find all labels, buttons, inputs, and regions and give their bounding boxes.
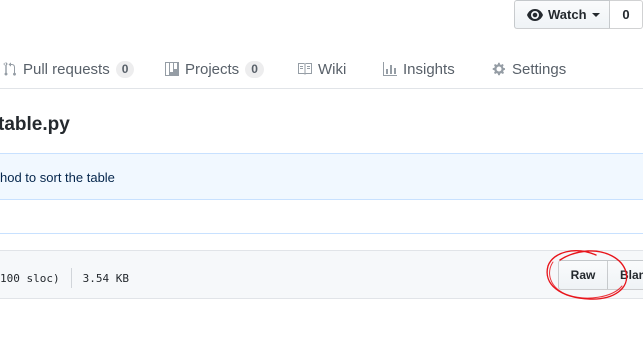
raw-button[interactable]: Raw (558, 260, 608, 290)
blame-button[interactable]: Blam (608, 260, 643, 290)
graph-icon (383, 62, 397, 76)
file-sloc: 100 sloc) (0, 271, 60, 285)
commit-message[interactable]: hod to sort the table (0, 170, 115, 185)
tab-label: Wiki (318, 60, 347, 78)
project-icon (165, 62, 179, 76)
file-header: 100 sloc) 3.54 KB Raw Blam (0, 250, 643, 299)
tab-label: Projects (185, 60, 240, 78)
repo-nav: Pull requests 0 Projects 0 Wiki Insights… (0, 52, 643, 88)
eye-icon (527, 8, 543, 21)
file-actions: Raw Blam (558, 260, 643, 290)
commit-contributors-row (0, 200, 643, 234)
git-pull-request-icon (3, 62, 17, 76)
tab-label: Pull requests (23, 60, 110, 78)
nav-divider (0, 88, 643, 89)
gear-icon (492, 62, 506, 76)
tab-label: Settings (512, 60, 567, 78)
watch-count[interactable]: 0 (610, 0, 643, 29)
tab-pull-requests[interactable]: Pull requests 0 (2, 52, 135, 86)
book-icon (298, 63, 312, 75)
pull-requests-counter: 0 (115, 60, 135, 78)
file-title: table.py (0, 114, 70, 135)
watch-button-group: Watch 0 (514, 0, 643, 29)
tab-projects[interactable]: Projects 0 (164, 52, 264, 86)
file-info: 100 sloc) 3.54 KB (0, 268, 129, 288)
projects-counter: 0 (245, 60, 264, 78)
file-size: 3.54 KB (82, 271, 129, 285)
watch-label: Watch (548, 7, 587, 22)
tab-wiki[interactable]: Wiki (297, 52, 346, 86)
tab-insights[interactable]: Insights (382, 52, 455, 86)
tab-settings[interactable]: Settings (491, 52, 566, 86)
tab-label: Insights (403, 60, 455, 78)
file-info-divider (70, 268, 72, 288)
chevron-down-icon (591, 12, 600, 17)
commit-tease: hod to sort the table (0, 153, 643, 200)
watch-button[interactable]: Watch (514, 0, 610, 29)
